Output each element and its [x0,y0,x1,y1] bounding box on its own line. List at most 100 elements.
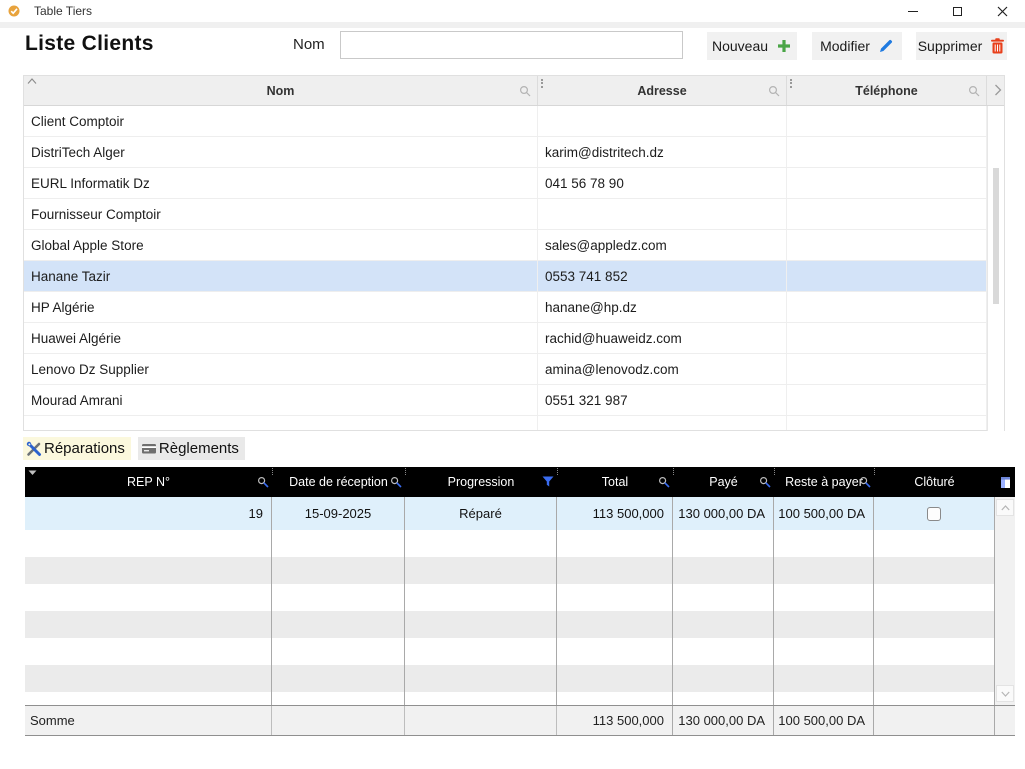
sort-asc-icon [27,78,37,84]
empty-repair-row[interactable] [25,665,995,692]
search-column-icon[interactable] [968,85,980,97]
column-header-reste-a-payer[interactable]: Reste à payer [774,467,874,497]
column-header-label: Nom [267,84,295,98]
search-input[interactable] [340,31,683,59]
cloture-checkbox[interactable] [927,507,941,521]
search-column-icon[interactable] [859,476,871,488]
scroll-up-button[interactable] [996,499,1014,516]
drag-handle-icon [790,79,792,88]
delete-button-label: Supprimer [918,38,983,54]
column-header-progression[interactable]: Progression [405,467,557,497]
empty-repair-row[interactable] [25,638,995,665]
column-header-label: Clôturé [914,475,954,489]
column-header-total[interactable]: Total [557,467,673,497]
cell-adresse: 041 56 78 90 [538,168,787,198]
tab-reglements[interactable]: Règlements [138,437,245,460]
new-button[interactable]: Nouveau [707,32,797,60]
minimize-button[interactable] [890,0,935,22]
column-header-label: Total [602,475,628,489]
cell-adresse [538,199,787,229]
app-icon [8,5,20,17]
scroll-down-button[interactable] [996,685,1014,702]
detail-tabs: Réparations Règlements [23,437,245,460]
search-column-icon[interactable] [658,476,670,488]
pencil-icon [878,38,894,54]
cell-telephone [787,323,987,353]
tab-reglements-label: Règlements [159,440,239,457]
empty-repair-row[interactable] [25,557,995,584]
header-separator [272,468,273,475]
column-header-label: Adresse [637,84,686,98]
maximize-button[interactable] [935,0,980,22]
sum-reste-a-payer: 100 500,00 DA [774,706,874,735]
empty-repair-row[interactable] [25,692,995,705]
client-row-selected[interactable]: Hanane Tazir0553 741 852 [24,261,1004,292]
cell-telephone [787,137,987,167]
maximize-icon [953,7,962,16]
search-column-icon[interactable] [390,476,402,488]
empty-repair-row[interactable] [25,611,995,638]
search-column-icon[interactable] [759,476,771,488]
cell-adresse: karim@distritech.dz [538,137,787,167]
close-button[interactable] [980,0,1025,22]
client-row[interactable] [24,416,1004,430]
repairs-sum-row: Somme 113 500,000 130 000,00 DA 100 500,… [25,705,1015,735]
cell-nom: Huawei Algérie [24,323,538,353]
repairs-table: REP N° Date de réception Progression Tot… [25,467,1015,736]
edit-button[interactable]: Modifier [812,32,902,60]
client-row[interactable]: Client Comptoir [24,106,1004,137]
scrollbar-thumb[interactable] [993,168,999,304]
empty-repair-row[interactable] [25,584,995,611]
column-header-adresse[interactable]: Adresse [538,76,787,105]
header-separator [673,468,674,475]
client-row[interactable]: HP Algériehanane@hp.dz [24,292,1004,323]
search-column-icon[interactable] [519,85,531,97]
cell-telephone [787,199,987,229]
cell-nom [24,416,538,430]
column-header-label: Payé [709,475,738,489]
edit-button-label: Modifier [820,38,870,54]
app-window: Table Tiers Liste Clients Nom Nouveau Mo… [0,0,1025,769]
repairs-table-body: 19 15-09-2025 Réparé 113 500,000 130 000… [25,497,1015,705]
cell-nom: DistriTech Alger [24,137,538,167]
repairs-vertical-scrollbar[interactable] [995,497,1015,705]
cell-telephone [787,230,987,260]
column-header-label: Date de réception [289,475,388,489]
client-row[interactable]: DistriTech Algerkarim@distritech.dz [24,137,1004,168]
delete-button[interactable]: Supprimer [916,32,1007,60]
cell-nom: Client Comptoir [24,106,538,136]
client-row[interactable]: Mourad Amrani0551 321 987 [24,385,1004,416]
column-header-nom[interactable]: Nom [24,76,538,105]
repairs-table-header: REP N° Date de réception Progression Tot… [25,467,1015,497]
search-column-icon[interactable] [257,476,269,488]
column-header-telephone[interactable]: Téléphone [787,76,987,105]
cell-rep-no: 19 [25,497,272,530]
header-separator [557,468,558,475]
column-header-rep-no[interactable]: REP N° [25,467,272,497]
sum-paye: 130 000,00 DA [673,706,774,735]
header-separator [405,468,406,475]
cell-telephone [787,168,987,198]
cell-telephone [787,385,987,415]
column-header-cloture[interactable]: Clôturé [874,467,995,497]
empty-repair-row[interactable] [25,530,995,557]
next-column-button[interactable] [987,76,1004,105]
client-row[interactable]: Lenovo Dz Supplieramina@lenovodz.com [24,354,1004,385]
cell-adresse: 0551 321 987 [538,385,787,415]
cell-progression: Réparé [405,497,557,530]
tab-reparations[interactable]: Réparations [23,437,131,460]
client-row[interactable]: Fournisseur Comptoir [24,199,1004,230]
client-row[interactable]: Huawei Algérierachid@huaweidz.com [24,323,1004,354]
column-chooser-button[interactable] [995,467,1015,497]
sum-row-filler [995,706,1015,735]
client-row[interactable]: Global Apple Storesales@appledz.com [24,230,1004,261]
filter-icon[interactable] [542,476,554,487]
repair-row-selected[interactable]: 19 15-09-2025 Réparé 113 500,000 130 000… [25,497,995,530]
column-header-paye[interactable]: Payé [673,467,774,497]
client-row[interactable]: EURL Informatik Dz041 56 78 90 [24,168,1004,199]
search-column-icon[interactable] [768,85,780,97]
clients-vertical-scrollbar[interactable] [987,106,1004,431]
tab-reparations-label: Réparations [44,440,125,457]
column-header-date-reception[interactable]: Date de réception [272,467,405,497]
cell-adresse: sales@appledz.com [538,230,787,260]
